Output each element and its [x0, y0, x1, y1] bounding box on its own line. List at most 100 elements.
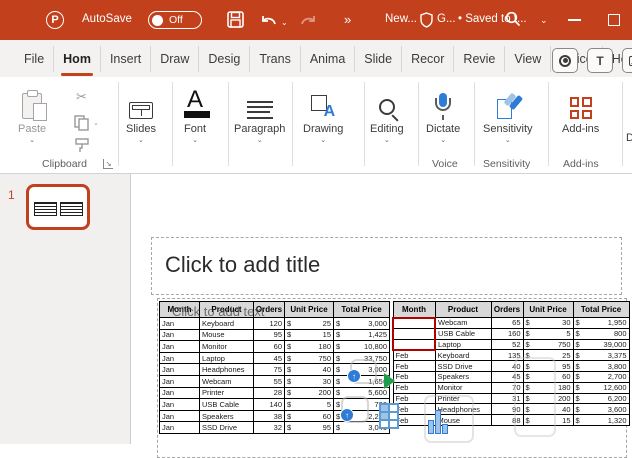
cell-prod[interactable]: SSD Drive	[200, 422, 254, 434]
tab-trans[interactable]: Trans	[250, 46, 301, 72]
tab-view[interactable]: View	[505, 46, 551, 72]
comments-button[interactable]	[622, 48, 632, 73]
cell-total[interactable]: $1,950	[573, 318, 629, 329]
cell-unit[interactable]: $5	[523, 328, 573, 339]
cell-unit[interactable]: $95	[285, 422, 334, 434]
search-icon[interactable]	[505, 11, 521, 27]
cell-total[interactable]: $3,375	[573, 350, 629, 361]
cell-unit[interactable]: $25	[285, 318, 334, 330]
cell-ord[interactable]: 32	[254, 422, 285, 434]
cell-unit[interactable]: $180	[285, 341, 334, 353]
title-placeholder[interactable]: Click to add title	[151, 237, 622, 295]
more-commands-icon[interactable]: »	[344, 12, 351, 27]
cell-month[interactable]: Jan	[160, 422, 200, 434]
cell-prod[interactable]: USB Cable	[200, 399, 254, 411]
cell-ord[interactable]: 140	[254, 399, 285, 411]
cell-month[interactable]: Jan	[160, 387, 200, 399]
cell-total[interactable]: $1,425	[334, 329, 390, 341]
cell-prod[interactable]: Monitor	[435, 382, 491, 393]
cell-prod[interactable]: Headphones	[200, 364, 254, 376]
cell-prod[interactable]: Speakers	[435, 371, 491, 382]
cell-unit[interactable]: $750	[523, 339, 573, 350]
cell-ord[interactable]: 65	[491, 318, 523, 329]
tab-slide[interactable]: Slide	[355, 46, 402, 72]
sensitivity-button[interactable]: Sensitivity⌄	[483, 85, 533, 144]
cell-prod[interactable]: Webcam	[200, 375, 254, 387]
cell-unit[interactable]: $30	[285, 375, 334, 387]
tab-file[interactable]: File	[14, 46, 54, 72]
cell-prod[interactable]: Laptop	[200, 352, 254, 364]
tab-desig[interactable]: Desig	[199, 46, 250, 72]
undo-dropdown-icon[interactable]: ⌄	[281, 18, 288, 27]
drawing-button[interactable]: Drawing⌄	[303, 85, 343, 144]
format-painter-icon[interactable]	[74, 137, 91, 154]
cell-total[interactable]: $3,800	[573, 361, 629, 372]
minimize-button[interactable]	[568, 19, 581, 21]
clipboard-dialog-launcher-icon[interactable]: ↘	[103, 159, 113, 169]
cell-total[interactable]: $6,200	[573, 393, 629, 404]
teams-share-button[interactable]: T	[587, 48, 613, 73]
cell-month[interactable]	[393, 318, 435, 329]
cell-month[interactable]: Jan	[160, 364, 200, 376]
cell-total[interactable]: $12,600	[573, 382, 629, 393]
cell-prod[interactable]: SSD Drive	[435, 361, 491, 372]
cutoff-button-label[interactable]: D	[626, 132, 632, 144]
cell-month[interactable]: Jan	[160, 352, 200, 364]
cell-ord[interactable]: 52	[491, 339, 523, 350]
cell-ord[interactable]: 45	[254, 352, 285, 364]
cell-prod[interactable]: USB Cable	[435, 328, 491, 339]
slide-thumbnail-panel[interactable]: 1	[0, 174, 131, 444]
copy-dropdown-icon[interactable]: ⌄	[93, 119, 99, 127]
tab-draw[interactable]: Draw	[151, 46, 199, 72]
cell-total[interactable]: $800	[573, 328, 629, 339]
slides-button[interactable]: Slides⌄	[126, 85, 156, 144]
cell-ord[interactable]: 55	[254, 375, 285, 387]
copy-icon[interactable]	[74, 115, 90, 131]
cell-prod[interactable]: Monitor	[200, 341, 254, 353]
record-button[interactable]	[552, 48, 578, 73]
cell-ord[interactable]: 28	[254, 387, 285, 399]
tab-insert[interactable]: Insert	[101, 46, 151, 72]
cell-month[interactable]: Jan	[160, 341, 200, 353]
cell-ord[interactable]: 120	[254, 318, 285, 330]
cell-prod[interactable]: Keyboard	[200, 318, 254, 330]
cell-unit[interactable]: $200	[285, 387, 334, 399]
cell-month[interactable]: Jan	[160, 318, 200, 330]
cell-month[interactable]: Feb	[393, 350, 435, 361]
cell-month[interactable]: Jan	[160, 410, 200, 422]
cell-unit[interactable]: $30	[523, 318, 573, 329]
cell-ord[interactable]: 160	[491, 328, 523, 339]
cell-prod[interactable]: Webcam	[435, 318, 491, 329]
cut-icon[interactable]: ✂	[76, 89, 87, 105]
cell-ord[interactable]: 95	[254, 329, 285, 341]
cell-unit[interactable]: $750	[285, 352, 334, 364]
autosave-toggle[interactable]: Off	[148, 11, 202, 29]
cell-total[interactable]: $10,800	[334, 341, 390, 353]
save-icon[interactable]	[227, 11, 244, 28]
cell-month[interactable]	[393, 328, 435, 339]
cell-month[interactable]: Jan	[160, 329, 200, 341]
editing-button[interactable]: Editing⌄	[370, 85, 404, 144]
cell-total[interactable]: $1,320	[573, 415, 629, 426]
tab-hom[interactable]: Hom	[54, 46, 101, 72]
cell-unit[interactable]: $15	[285, 329, 334, 341]
dictate-button[interactable]: Dictate⌄	[426, 85, 460, 144]
cell-unit[interactable]: $60	[285, 410, 334, 422]
tab-anima[interactable]: Anima	[301, 46, 355, 72]
cell-prod[interactable]: Printer	[200, 387, 254, 399]
paragraph-button[interactable]: Paragraph⌄	[234, 85, 285, 144]
cell-prod[interactable]: Mouse	[200, 329, 254, 341]
document-title[interactable]: New...	[385, 13, 417, 25]
cell-month[interactable]	[393, 339, 435, 350]
cell-unit[interactable]: $5	[285, 399, 334, 411]
undo-icon[interactable]	[260, 11, 277, 28]
cell-ord[interactable]: 75	[254, 364, 285, 376]
cell-total[interactable]: $3,000	[334, 318, 390, 330]
cell-total[interactable]: $39,000	[573, 339, 629, 350]
font-button[interactable]: A Font⌄	[184, 85, 206, 144]
tab-revie[interactable]: Revie	[454, 46, 505, 72]
cell-unit[interactable]: $40	[285, 364, 334, 376]
cell-month[interactable]: Jan	[160, 375, 200, 387]
cell-total[interactable]: $2,700	[573, 371, 629, 382]
cell-month[interactable]: Jan	[160, 399, 200, 411]
